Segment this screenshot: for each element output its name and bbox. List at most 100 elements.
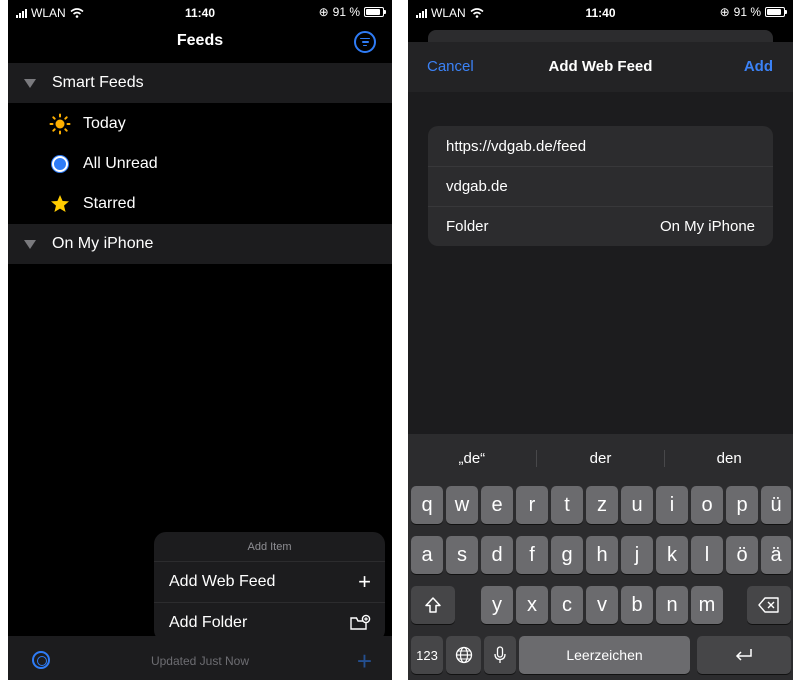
battery-icon [765, 7, 787, 17]
bottom-toolbar: Updated Just Now + [8, 636, 392, 680]
name-field[interactable]: vdgab.de [428, 166, 773, 206]
disclosure-triangle-icon [24, 239, 36, 249]
key[interactable]: c [551, 586, 583, 624]
feeds-screen: WLAN 11:40 ⊕ 91 % Feeds Smart Feeds Toda… [8, 0, 392, 680]
microphone-icon [494, 646, 506, 663]
key[interactable]: l [691, 536, 723, 574]
key[interactable]: r [516, 486, 548, 524]
return-key[interactable] [697, 636, 791, 674]
key[interactable]: ä [761, 536, 791, 574]
return-icon [735, 649, 752, 661]
feed-row-starred[interactable]: Starred [8, 184, 392, 224]
orientation-lock-icon: ⊕ [719, 5, 730, 19]
add-web-feed-menu-item[interactable]: Add Web Feed + [154, 562, 385, 602]
key[interactable]: m [691, 586, 723, 624]
key[interactable]: o [691, 486, 723, 524]
add-web-feed-sheet: Cancel Add Web Feed Add https://vdgab.de… [408, 42, 793, 680]
key[interactable]: ü [761, 486, 791, 524]
key[interactable]: h [586, 536, 618, 574]
name-value: vdgab.de [446, 178, 508, 195]
add-button[interactable]: Add [744, 58, 773, 75]
key[interactable]: ö [726, 536, 758, 574]
feed-label: All Unread [83, 155, 158, 172]
sun-icon [49, 113, 71, 135]
key[interactable]: a [411, 536, 443, 574]
key[interactable]: f [516, 536, 548, 574]
key[interactable]: n [656, 586, 688, 624]
key[interactable]: u [621, 486, 653, 524]
key[interactable]: b [621, 586, 653, 624]
refresh-status: Updated Just Now [150, 654, 250, 668]
key[interactable]: p [726, 486, 758, 524]
backspace-icon [758, 597, 779, 613]
battery-icon [364, 7, 386, 17]
page-title: Feeds [176, 32, 224, 49]
folder-add-icon [350, 614, 371, 630]
key[interactable]: w [446, 486, 478, 524]
section-label: Smart Feeds [52, 74, 144, 91]
key[interactable]: e [481, 486, 513, 524]
battery-indicator: ⊕ 91 % [719, 5, 787, 19]
add-plus-icon[interactable]: + [357, 646, 372, 677]
key[interactable]: y [481, 586, 513, 624]
feed-label: Today [83, 115, 126, 132]
key[interactable]: t [551, 486, 583, 524]
key[interactable]: g [551, 536, 583, 574]
key[interactable]: k [656, 536, 688, 574]
key[interactable]: q [411, 486, 443, 524]
globe-key[interactable] [446, 636, 481, 674]
feed-row-today[interactable]: Today [8, 104, 392, 144]
section-smart-feeds[interactable]: Smart Feeds [8, 63, 392, 103]
plus-icon: + [358, 569, 371, 594]
key[interactable]: i [656, 486, 688, 524]
add-web-feed-screen: WLAN 11:40 ⊕ 91 % Cancel Add Web Feed Ad… [408, 0, 793, 680]
suggestion[interactable]: „de“ [408, 450, 536, 467]
battery-indicator: ⊕ 91 % [318, 5, 386, 19]
key[interactable]: x [516, 586, 548, 624]
sheet-title: Add Web Feed [548, 58, 653, 75]
space-key[interactable]: Leerzeichen [519, 636, 690, 674]
menu-item-label: Add Web Feed [169, 573, 276, 590]
sheet-nav-bar: Cancel Add Web Feed Add [408, 42, 793, 92]
menu-item-label: Add Folder [169, 613, 248, 631]
keyboard: „de“ der den q w e r t z u i o p ü a s d [408, 434, 793, 680]
battery-percent: 91 % [733, 5, 761, 19]
underlying-sheet [428, 30, 773, 42]
status-bar: WLAN 11:40 ⊕ 91 % [408, 0, 793, 26]
url-value: https://vdgab.de/feed [446, 137, 587, 155]
suggestion[interactable]: den [664, 449, 793, 467]
folder-label: Folder [446, 218, 489, 235]
key[interactable]: z [586, 486, 618, 524]
suggestion[interactable]: der [535, 449, 665, 467]
filter-icon[interactable] [354, 31, 376, 53]
key[interactable]: d [481, 536, 513, 574]
key[interactable]: v [586, 586, 618, 624]
feed-form: https://vdgab.de/feed vdgab.de Folder On… [428, 126, 773, 246]
delete-key[interactable] [747, 586, 791, 624]
status-bar: WLAN 11:40 ⊕ 91 % [8, 0, 392, 26]
battery-percent: 91 % [332, 5, 360, 19]
feed-row-all-unread[interactable]: All Unread [8, 144, 392, 184]
feed-label: Starred [83, 195, 136, 212]
keyboard-row-2: a s d f g h j k l ö ä [408, 536, 793, 574]
dictation-key[interactable] [484, 636, 516, 674]
section-label: On My iPhone [52, 235, 154, 252]
key[interactable]: s [446, 536, 478, 574]
shift-key[interactable] [411, 586, 455, 624]
keyboard-row-4: 123 Leerzeichen [408, 636, 793, 674]
add-item-menu: Add Item Add Web Feed + Add Folder [154, 532, 385, 642]
disclosure-triangle-icon [24, 78, 36, 88]
orientation-lock-icon: ⊕ [318, 5, 329, 19]
shift-icon [425, 597, 441, 613]
globe-icon [455, 646, 472, 664]
numbers-key[interactable]: 123 [411, 636, 443, 674]
section-on-my-iphone[interactable]: On My iPhone [8, 224, 392, 264]
keyboard-row-1: q w e r t z u i o p ü [408, 486, 793, 524]
key[interactable]: j [621, 536, 653, 574]
menu-title: Add Item [154, 532, 385, 562]
keyboard-row-3: y x c v b n m [408, 586, 793, 624]
url-field[interactable]: https://vdgab.de/feed [428, 126, 773, 166]
folder-picker[interactable]: Folder On My iPhone [428, 206, 773, 246]
unread-circle-icon [49, 153, 71, 175]
star-icon [49, 193, 71, 215]
